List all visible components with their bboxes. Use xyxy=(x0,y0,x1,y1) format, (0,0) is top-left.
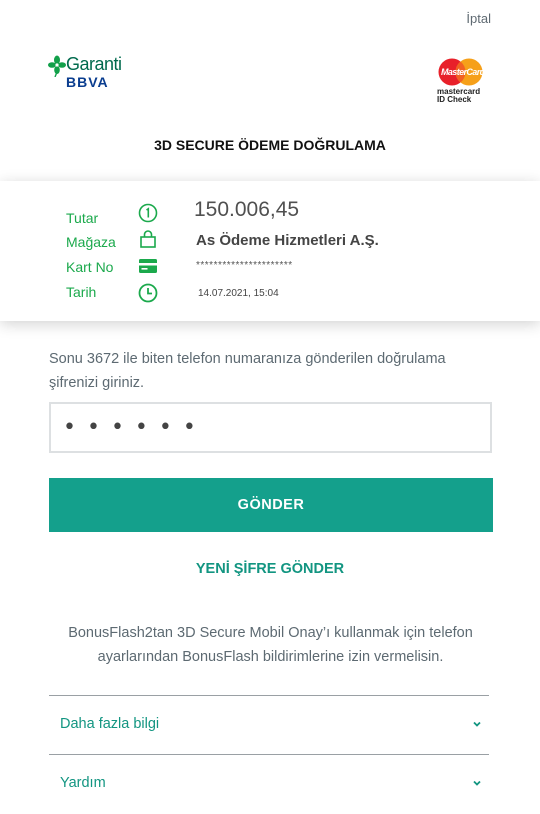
card-number-value: ********************** xyxy=(196,260,293,271)
bank-subname: BBVA xyxy=(66,74,109,90)
credit-card-icon xyxy=(139,259,157,273)
page-title: 3D SECURE ÖDEME DOĞRULAMA xyxy=(154,137,386,153)
date-value: 14.07.2021, 15:04 xyxy=(198,288,279,299)
submit-button[interactable]: GÖNDER xyxy=(49,478,493,532)
date-label: Tarih xyxy=(66,284,97,300)
chevron-down-icon xyxy=(473,780,481,786)
id-check-label: ID Check xyxy=(437,95,472,104)
mastercard-id-check-logo: MasterCard mastercard ID Check xyxy=(436,58,490,104)
otp-input[interactable] xyxy=(49,402,492,453)
merchant-value: As Ödeme Hizmetleri A.Ş. xyxy=(196,232,379,249)
bonusflash-notice: BonusFlash2tan 3D Secure Mobil Onay’ı ku… xyxy=(68,625,473,665)
bank-name: Garanti xyxy=(66,54,122,74)
bank-logo: Garanti BBVA xyxy=(48,54,128,90)
resend-code-button[interactable]: YENİ ŞİFRE GÖNDER xyxy=(0,561,540,577)
amount-info-icon xyxy=(138,203,158,223)
card-number-label: Kart No xyxy=(66,259,114,275)
mastercard-wordmark: MasterCard xyxy=(441,67,485,77)
more-info-label: Daha fazla bilgi xyxy=(60,716,160,732)
help-label: Yardım xyxy=(60,775,106,791)
clock-icon xyxy=(138,283,158,303)
amount-label: Tutar xyxy=(66,210,99,226)
cancel-link[interactable]: İptal xyxy=(466,11,491,26)
otp-instruction: Sonu 3672 ile biten telefon numaranıza g… xyxy=(49,351,446,391)
amount-value: 150.006,45 xyxy=(194,198,300,221)
merchant-label: Mağaza xyxy=(66,234,116,250)
help-accordion[interactable]: Yardım xyxy=(49,755,489,811)
clover-logo-icon xyxy=(48,55,66,77)
shopping-bag-icon xyxy=(140,230,156,248)
more-info-accordion[interactable]: Daha fazla bilgi xyxy=(49,696,489,752)
chevron-down-icon xyxy=(473,721,481,727)
